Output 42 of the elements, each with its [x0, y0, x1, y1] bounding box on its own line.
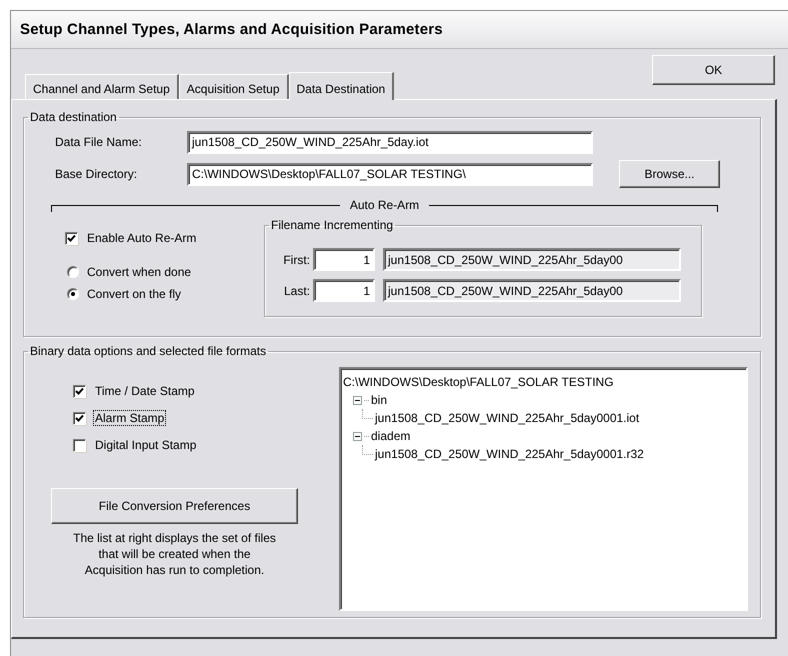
input-field[interactable]: C:\WINDOWS\Desktop\FALL07_SOLAR TESTING\: [187, 162, 593, 186]
ok-button[interactable]: OK: [652, 55, 775, 85]
tree-file[interactable]: jun1508_CD_250W_WIND_225Ahr_5day0001.iot: [375, 411, 640, 425]
tree-root[interactable]: C:\WINDOWS\Desktop\FALL07_SOLAR TESTING: [343, 373, 744, 391]
checkbox-label: Digital Input Stamp: [94, 438, 198, 452]
group-title: Data destination: [29, 110, 118, 124]
tab[interactable]: Data Destination: [288, 72, 394, 100]
tab[interactable]: Acquisition Setup: [178, 74, 288, 99]
checkbox-label: Time / Date Stamp: [94, 384, 196, 398]
field-label: Data File Name:: [55, 135, 143, 149]
collapse-icon[interactable]: [353, 432, 362, 440]
field-label: Last:: [282, 284, 311, 298]
section-title: Auto Re-Arm: [348, 198, 420, 212]
window-title: Setup Channel Types, Alarms and Acquisition Parameters: [11, 11, 788, 49]
radio-button[interactable]: [67, 266, 79, 278]
preferences-button[interactable]: File Conversion Preferences: [51, 488, 298, 524]
help-text: The list at right displays the set of files that will be created when the Acquisition has run to completion.: [72, 530, 277, 578]
checkbox[interactable]: [73, 384, 86, 398]
filename-field: jun1508_CD_250W_WIND_225Ahr_5day00: [383, 279, 681, 302]
radio-button[interactable]: [67, 288, 79, 300]
tree-folder[interactable]: diadem: [371, 429, 410, 443]
number-field[interactable]: 1: [313, 279, 375, 302]
input-field[interactable]: jun1508_CD_250W_WIND_225Ahr_5day.iot: [187, 130, 593, 154]
checkbox[interactable]: [73, 438, 86, 452]
checkbox-label: Enable Auto Re-Arm: [86, 231, 198, 245]
field-label: First:: [282, 252, 311, 266]
checkbox[interactable]: [73, 412, 86, 424]
checkbox-label: Alarm Stamp: [94, 411, 166, 425]
file-list[interactable]: C:\WINDOWS\Desktop\FALL07_SOLAR TESTING bin jun1508_CD_250W_WIND_225Ahr_5day0001.iot diadem jun1508_CD_250W_WIND_225Ahr_5day0001.r32: [339, 367, 748, 611]
checkbox[interactable]: [65, 232, 78, 244]
tree-folder[interactable]: bin: [371, 393, 388, 407]
radio-label: Convert when done: [87, 265, 192, 279]
group-title: Filename Incrementing: [270, 218, 394, 232]
collapse-icon[interactable]: [353, 396, 362, 404]
field-label: Base Directory:: [55, 167, 138, 181]
browse-button[interactable]: Browse...: [619, 160, 720, 188]
group-title: Binary data options and selected file formats: [29, 344, 268, 358]
tab[interactable]: Channel and Alarm Setup: [25, 74, 179, 99]
radio-label: Convert on the fly: [87, 287, 182, 301]
number-field[interactable]: 1: [313, 248, 375, 271]
tree-file[interactable]: jun1508_CD_250W_WIND_225Ahr_5day0001.r32: [375, 447, 644, 461]
filename-field: jun1508_CD_250W_WIND_225Ahr_5day00: [383, 248, 681, 271]
